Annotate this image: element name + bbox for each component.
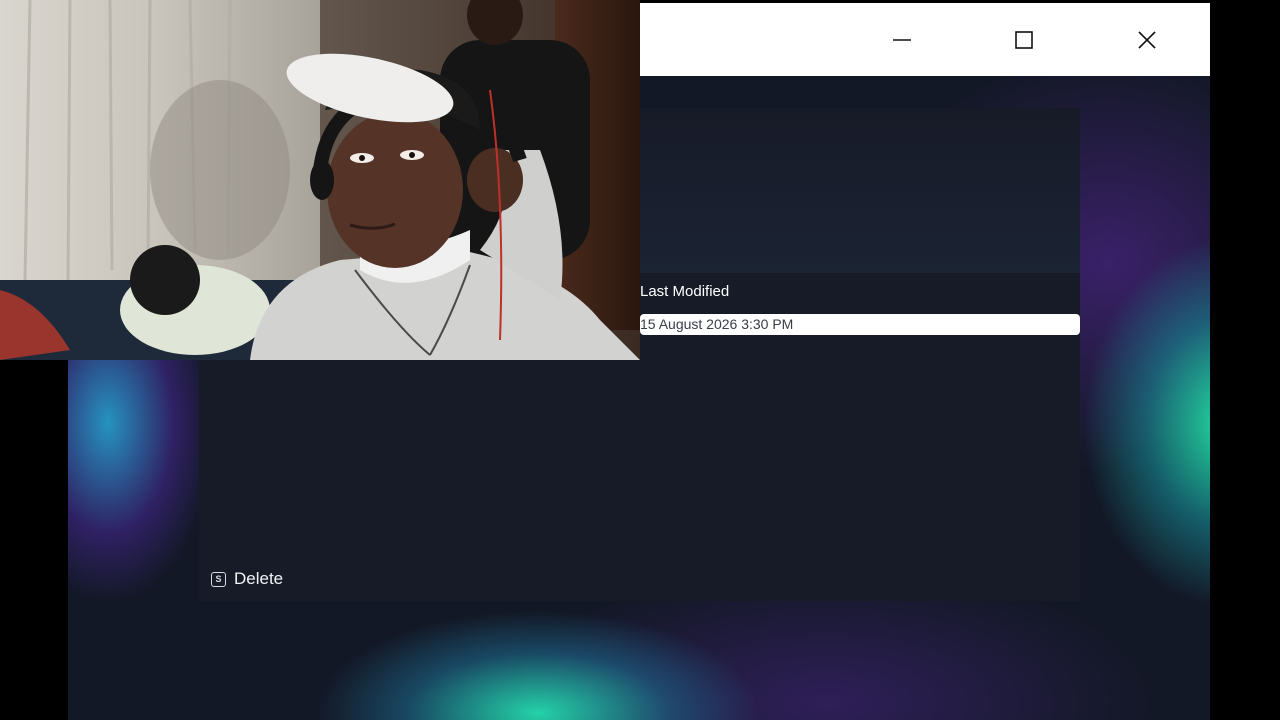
delete-label: Delete: [234, 569, 284, 588]
webcam-overlay: [0, 0, 640, 360]
screen: ad Last Modified 15 August 2026 3:30 PM …: [0, 0, 1280, 720]
maximize-button[interactable]: [1005, 21, 1043, 59]
minimize-icon: [893, 39, 911, 41]
webcam-feed: [0, 0, 640, 360]
maximize-icon: [1015, 31, 1033, 49]
minimize-button[interactable]: [883, 21, 921, 59]
close-button[interactable]: [1128, 21, 1166, 59]
last-modified-field[interactable]: 15 August 2026 3:30 PM: [640, 314, 1080, 335]
last-modified-label: Last Modified: [640, 283, 730, 300]
close-icon: [1138, 31, 1156, 49]
delete-button[interactable]: S Delete: [211, 569, 283, 589]
keyboard-shortcut-icon: S: [211, 571, 226, 587]
